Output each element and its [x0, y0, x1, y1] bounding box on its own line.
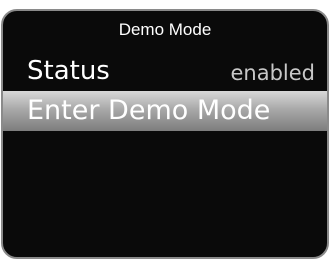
- status-value: enabled: [230, 61, 315, 85]
- enter-demo-mode-item[interactable]: Enter Demo Mode: [3, 91, 327, 131]
- enter-demo-mode-label: Enter Demo Mode: [27, 95, 271, 126]
- status-row[interactable]: Status enabled: [3, 53, 327, 89]
- device-frame: Demo Mode Status enabled Enter Demo Mode: [1, 9, 329, 259]
- screen: Demo Mode Status enabled Enter Demo Mode: [0, 0, 332, 259]
- status-label: Status: [27, 56, 110, 86]
- page-title: Demo Mode: [118, 20, 212, 39]
